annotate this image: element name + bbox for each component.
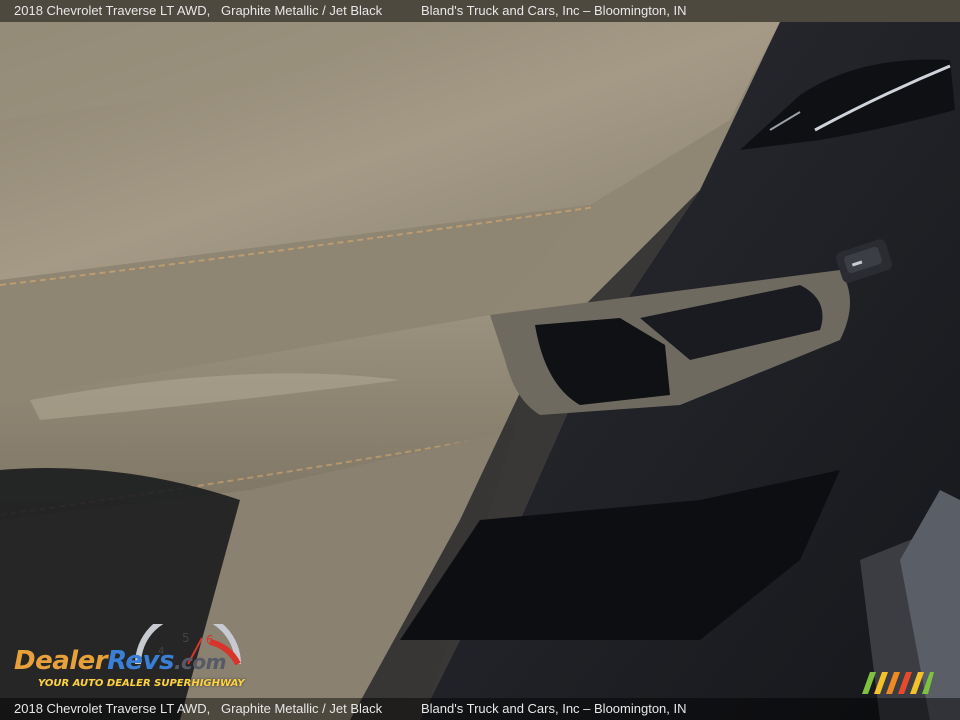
door-panel-photo xyxy=(0,0,960,720)
brand-part-com: .com xyxy=(173,650,227,674)
dealer-label: Bland's Truck and Cars, Inc – Bloomingto… xyxy=(421,3,687,18)
dealer-stripes-logo xyxy=(862,672,934,694)
top-caption-bar: 2018 Chevrolet Traverse LT AWD, Graphite… xyxy=(0,0,960,22)
gauge-digit-3: 6 xyxy=(206,633,214,647)
vehicle-model-label-bottom: 2018 Chevrolet Traverse LT AWD, xyxy=(14,701,211,716)
dealerrevs-tagline: YOUR AUTO DEALER SUPERHIGHWAY xyxy=(38,678,245,689)
dealerrevs-wordmark: DealerRevs.com xyxy=(14,646,226,676)
gauge-digit-2: 5 xyxy=(182,631,190,645)
vehicle-color-label: Graphite Metallic / Jet Black xyxy=(221,3,383,18)
vehicle-color-label-bottom: Graphite Metallic / Jet Black xyxy=(221,701,383,716)
vehicle-model-label: 2018 Chevrolet Traverse LT AWD, xyxy=(14,3,211,18)
dealer-label-bottom: Bland's Truck and Cars, Inc – Bloomingto… xyxy=(421,701,687,716)
bottom-caption-bar: 2018 Chevrolet Traverse LT AWD, Graphite… xyxy=(0,698,960,720)
brand-part-revs: Revs xyxy=(107,646,174,676)
brand-part-dealer: Dealer xyxy=(14,646,108,676)
